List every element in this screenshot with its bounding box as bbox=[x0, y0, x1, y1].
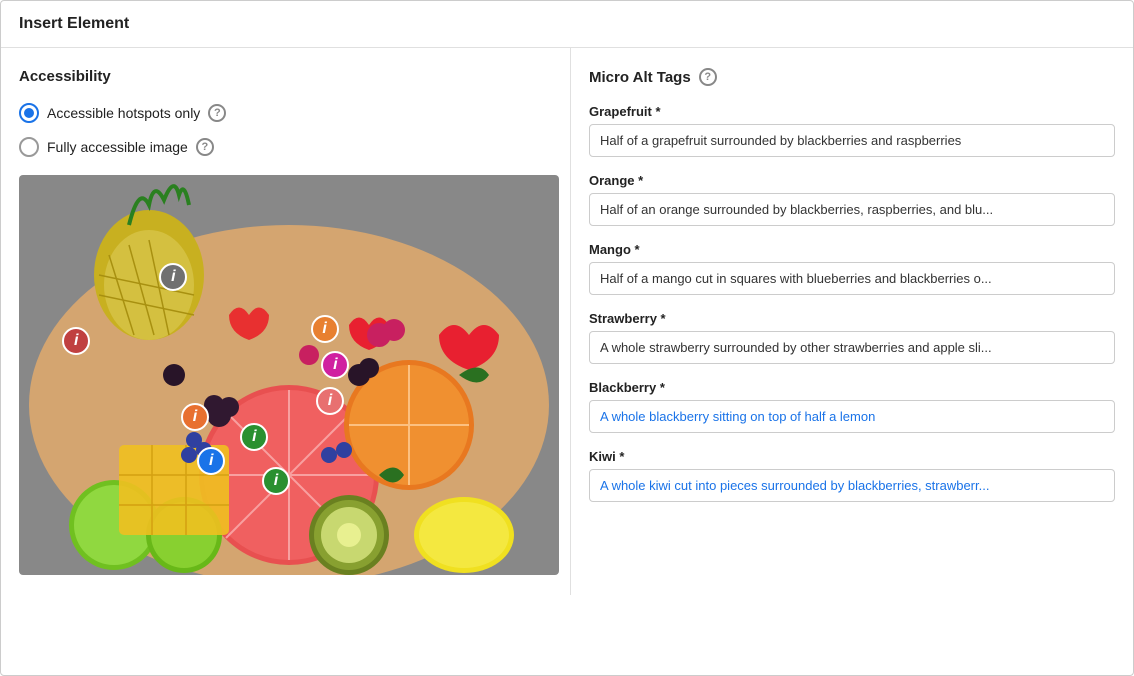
field-group-3: Strawberry * bbox=[589, 311, 1115, 364]
hotspot-raspberry[interactable]: i bbox=[62, 327, 90, 355]
hotspot-blackberry[interactable]: i bbox=[197, 447, 225, 475]
hotspot-orange[interactable]: i bbox=[311, 315, 339, 343]
radio-accessible[interactable] bbox=[19, 137, 39, 157]
field-group-5: Kiwi * bbox=[589, 449, 1115, 502]
radio-hotspots-label: Accessible hotspots only bbox=[47, 105, 200, 121]
micro-alt-tags-help-icon[interactable]: ? bbox=[699, 68, 717, 86]
field-input-3[interactable] bbox=[589, 331, 1115, 364]
radio-hotspots[interactable] bbox=[19, 103, 39, 123]
insert-element-dialog: Insert Element Accessibility Accessible … bbox=[0, 0, 1134, 676]
right-panel: Micro Alt Tags ? Grapefruit * Orange * Man… bbox=[571, 48, 1133, 595]
field-input-0[interactable] bbox=[589, 124, 1115, 157]
field-label-4: Blackberry * bbox=[589, 380, 1115, 395]
field-group-4: Blackberry * bbox=[589, 380, 1115, 433]
field-label-3: Strawberry * bbox=[589, 311, 1115, 326]
radio-row-accessible[interactable]: Fully accessible image ? bbox=[19, 137, 552, 157]
micro-alt-tags-label: Micro Alt Tags bbox=[589, 69, 691, 86]
radio-accessible-label: Fully accessible image bbox=[47, 139, 188, 155]
dialog-title: Insert Element bbox=[1, 1, 1133, 48]
hotspot-mango[interactable]: i bbox=[181, 403, 209, 431]
fields-container: Grapefruit * Orange * Mango * Strawberry * B… bbox=[589, 104, 1115, 502]
left-panel: Accessibility Accessible hotspots only ?… bbox=[1, 48, 571, 595]
field-group-0: Grapefruit * bbox=[589, 104, 1115, 157]
accessibility-section-title: Accessibility bbox=[19, 68, 552, 85]
field-input-4[interactable] bbox=[589, 400, 1115, 433]
fruit-platter-svg bbox=[19, 175, 559, 575]
hotspot-grapefruit[interactable]: i bbox=[316, 387, 344, 415]
micro-alt-tags-title: Micro Alt Tags ? bbox=[589, 68, 1115, 86]
field-input-1[interactable] bbox=[589, 193, 1115, 226]
fruit-image-container: i i i i i i i i i bbox=[19, 175, 559, 575]
field-input-2[interactable] bbox=[589, 262, 1115, 295]
field-label-5: Kiwi * bbox=[589, 449, 1115, 464]
accessible-help-icon[interactable]: ? bbox=[196, 138, 214, 156]
field-group-2: Mango * bbox=[589, 242, 1115, 295]
dialog-body: Accessibility Accessible hotspots only ?… bbox=[1, 48, 1133, 595]
field-label-0: Grapefruit * bbox=[589, 104, 1115, 119]
field-input-5[interactable] bbox=[589, 469, 1115, 502]
hotspot-lime[interactable]: i bbox=[262, 467, 290, 495]
field-label-2: Mango * bbox=[589, 242, 1115, 257]
field-group-1: Orange * bbox=[589, 173, 1115, 226]
field-label-1: Orange * bbox=[589, 173, 1115, 188]
radio-row-hotspots[interactable]: Accessible hotspots only ? bbox=[19, 103, 552, 123]
hotspots-help-icon[interactable]: ? bbox=[208, 104, 226, 122]
